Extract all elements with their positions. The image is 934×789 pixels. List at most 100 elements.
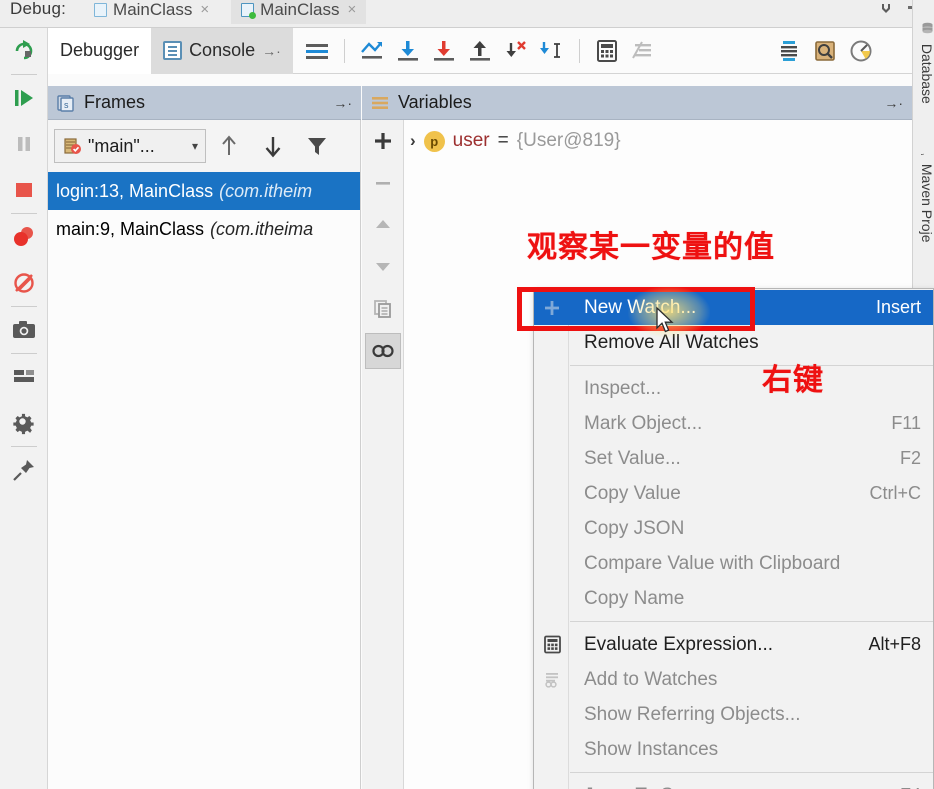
menu-item-show-referring-objects[interactable]: Show Referring Objects...	[534, 697, 933, 732]
show-execution-point-button[interactable]	[354, 28, 390, 74]
menu-item-add-to-watches[interactable]: Add to Watches	[534, 662, 933, 697]
copy-button[interactable]	[362, 288, 404, 330]
frames-toolbar: "main"... ▾	[48, 120, 360, 172]
menu-item-new-watch[interactable]: New Watch... Insert	[534, 290, 933, 325]
run-to-cursor-button[interactable]	[534, 28, 570, 74]
gear-icon[interactable]	[878, 1, 894, 17]
frame-package: (com.itheima	[210, 218, 314, 239]
step-over-button[interactable]	[390, 28, 426, 74]
stop-button[interactable]	[0, 167, 48, 213]
frame-method: main:9, MainClass	[56, 218, 205, 239]
pin-icon[interactable]: →·	[262, 43, 281, 59]
menu-item-copy-value[interactable]: Copy Value Ctrl+C	[534, 476, 933, 511]
menu-item-accelerator: Insert	[875, 297, 921, 317]
window-tab-mainclass-1[interactable]: MainClass ×	[84, 0, 219, 24]
menu-item-label: Add to Watches	[584, 668, 718, 690]
right-tab-label: Maven Proje	[919, 163, 934, 243]
watches-toggle-button[interactable]	[364, 333, 401, 369]
menu-item-mark-object[interactable]: Mark Object... F11	[534, 406, 933, 441]
thread-icon	[62, 136, 82, 156]
menu-item-accelerator: Ctrl+C	[869, 483, 921, 503]
frame-package: (com.itheim	[219, 180, 313, 201]
layout-button[interactable]	[0, 354, 48, 400]
menu-item-accelerator: F11	[891, 413, 921, 433]
remove-watch-button[interactable]	[362, 162, 404, 204]
menu-item-remove-all-watches[interactable]: Remove All Watches	[534, 325, 933, 360]
rerun-button[interactable]	[0, 28, 48, 74]
expand-icon[interactable]: →·	[884, 95, 903, 111]
settings-button[interactable]	[0, 400, 48, 446]
screenshot-button[interactable]	[0, 307, 48, 353]
right-tab-database[interactable]: Database	[913, 18, 934, 104]
variables-panel-header: Variables →·	[362, 86, 912, 120]
frame-method: login:13, MainClass	[56, 180, 214, 201]
tab-label: Console	[189, 40, 256, 60]
force-step-into-button[interactable]	[498, 28, 534, 74]
menu-item-inspect[interactable]: Inspect...	[534, 371, 933, 406]
menu-item-jump-to-source[interactable]: Jump To Source F4	[534, 778, 933, 789]
variables-context-menu[interactable]: New Watch... Insert Remove All Watches I…	[533, 288, 934, 789]
menu-separator	[570, 621, 933, 622]
menu-item-label: Mark Object...	[584, 412, 703, 434]
settings-lines-button[interactable]	[299, 28, 335, 74]
view-breakpoints-button[interactable]	[0, 214, 48, 260]
variable-value: {User@819}	[516, 130, 621, 151]
window-tab-label: MainClass	[260, 0, 340, 19]
profiler-button[interactable]	[843, 28, 879, 74]
window-tab-label: MainClass	[113, 0, 193, 19]
move-up-button[interactable]	[362, 204, 404, 246]
svg-text:m: m	[921, 153, 929, 155]
menu-item-accelerator: F4	[900, 785, 933, 789]
variable-name: user	[452, 130, 490, 151]
menu-item-label: Jump To Source	[584, 785, 721, 789]
threads-button[interactable]	[771, 28, 807, 74]
menu-item-accelerator: F2	[899, 448, 921, 468]
console-icon	[163, 41, 183, 60]
frames-icon: s	[56, 93, 76, 113]
trace-button[interactable]	[625, 28, 661, 74]
tab-console[interactable]: Console →·	[151, 27, 293, 74]
thread-selector[interactable]: "main"... ▾	[54, 129, 206, 163]
pin-tab-button[interactable]	[0, 447, 48, 493]
table-row[interactable]: login:13, MainClass (com.itheim	[48, 172, 360, 210]
class-file-running-icon	[241, 2, 257, 19]
expand-icon[interactable]: →·	[333, 95, 352, 111]
menu-item-label: Copy Value	[584, 482, 681, 504]
step-into-button[interactable]	[426, 28, 462, 74]
table-row[interactable]: main:9, MainClass (com.itheima	[48, 210, 360, 248]
memory-view-button[interactable]	[807, 28, 843, 74]
chevron-right-icon[interactable]: ›	[410, 131, 416, 151]
database-icon	[922, 22, 934, 35]
window-tab-mainclass-2[interactable]: MainClass ×	[231, 0, 367, 24]
tab-debugger[interactable]: Debugger	[48, 27, 152, 74]
mute-breakpoints-button[interactable]	[0, 260, 48, 306]
parameter-badge-icon: p	[423, 130, 445, 152]
maven-icon: m	[915, 142, 934, 162]
close-icon[interactable]: ×	[348, 1, 357, 18]
step-out-button[interactable]	[462, 28, 498, 74]
chevron-down-icon[interactable]: ▾	[192, 139, 198, 153]
menu-item-copy-name[interactable]: Copy Name	[534, 581, 933, 616]
variables-gutter	[362, 120, 404, 789]
menu-item-compare-value-with-clipboard[interactable]: Compare Value with Clipboard	[534, 546, 933, 581]
frame-up-button[interactable]	[208, 120, 250, 172]
debugger-tab-row: Debugger Console →·	[48, 27, 912, 74]
menu-item-show-instances[interactable]: Show Instances	[534, 732, 933, 767]
menu-item-evaluate-expression[interactable]: Evaluate Expression... Alt+F8	[534, 627, 933, 662]
menu-item-label: New Watch...	[584, 296, 697, 318]
plus-icon	[542, 298, 562, 318]
menu-item-copy-json[interactable]: Copy JSON	[534, 511, 933, 546]
tab-label: Debugger	[60, 40, 140, 60]
add-watch-button[interactable]	[362, 120, 404, 162]
resume-program-button[interactable]	[0, 75, 48, 121]
close-icon[interactable]: ×	[200, 1, 209, 18]
evaluate-expression-button[interactable]	[589, 28, 625, 74]
right-tab-maven[interactable]: m Maven Proje	[913, 138, 934, 242]
pause-program-button[interactable]	[0, 121, 48, 167]
move-down-button[interactable]	[362, 246, 404, 288]
filter-frames-button[interactable]	[296, 120, 338, 172]
menu-item-set-value[interactable]: Set Value... F2	[534, 441, 933, 476]
frame-down-button[interactable]	[252, 120, 294, 172]
variable-row-user[interactable]: › p user = {User@819}	[410, 130, 621, 152]
